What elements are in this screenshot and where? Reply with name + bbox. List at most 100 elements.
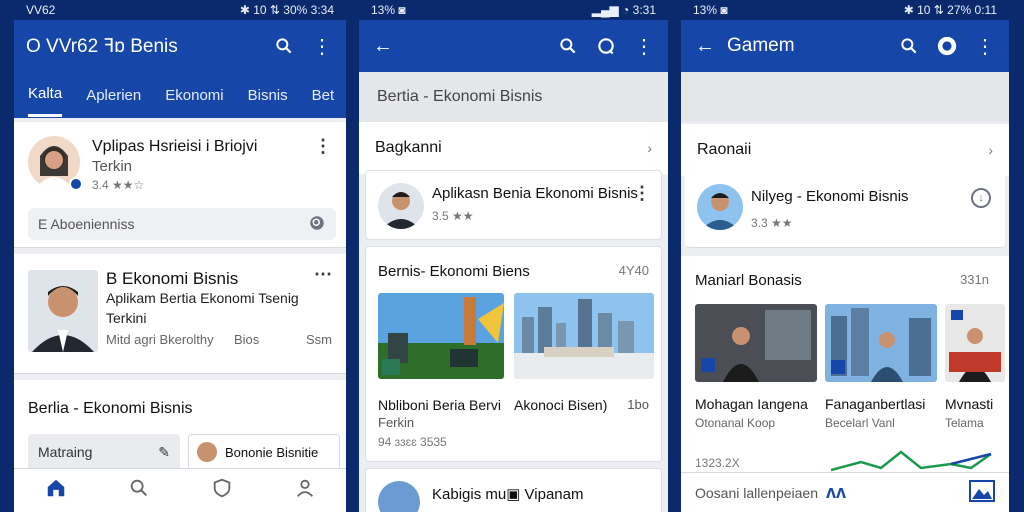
status-right: ▂▄▆ ◔ xyxy=(591,3,630,17)
app-bar: O VVr62 ꟻɒ Benis ⋮ xyxy=(14,20,346,72)
avatar xyxy=(378,183,424,229)
image-icon[interactable] xyxy=(969,480,995,505)
search-bar[interactable]: Bertia - Ekonomi Bisnis xyxy=(359,72,668,122)
status-bar: 13% ◙ ▂▄▆ ◔ 3:31 xyxy=(359,0,668,20)
tile-title-1: Nbliboni Beria Bervi xyxy=(378,397,501,413)
profile-photo xyxy=(28,270,98,352)
tab-bisnis[interactable]: Bisnis xyxy=(248,75,288,116)
footer-bar: Oosani lallenpeiaen ʌʌ xyxy=(681,472,1009,512)
status-time: 0:11 xyxy=(974,3,997,17)
back-arrow-icon[interactable]: ← xyxy=(693,34,717,58)
install-icon[interactable]: ↓ xyxy=(971,188,991,208)
card-title: Nilyeg - Ekonomi Bisnis xyxy=(751,188,909,205)
more-vert-icon[interactable]: ⋮ xyxy=(633,183,651,204)
chat-icon[interactable] xyxy=(594,34,618,58)
search-icon[interactable] xyxy=(128,477,150,504)
tab-bet[interactable]: Bet xyxy=(312,75,335,116)
footer-text: Oosani lallenpeiaen xyxy=(695,484,818,501)
status-right: ✱ 10 ⇅ 27% xyxy=(903,3,972,17)
chart-value: 1323.2X xyxy=(695,456,740,470)
app-card-2[interactable]: Kabigis mu▣ Vipanam xyxy=(365,468,662,512)
search-field[interactable]: E Aboenienniss xyxy=(28,208,336,240)
mini-chart xyxy=(831,450,992,472)
status-left: 13% ◙ xyxy=(371,3,406,17)
section-header[interactable]: Bagkanni › xyxy=(359,122,668,174)
app-card[interactable]: Nilyeg - Ekonomi Bisnis 3.3 ★★ ↓ xyxy=(685,172,1005,248)
rating: 3.5 ★★ xyxy=(432,209,474,223)
search-bar[interactable] xyxy=(681,72,1009,122)
search-icon[interactable] xyxy=(272,34,296,58)
shield-icon[interactable] xyxy=(211,477,233,504)
chip-matraing[interactable]: Matraing ✎ xyxy=(28,434,180,470)
more-horiz-icon[interactable]: ⋯ xyxy=(314,264,332,285)
tile-sub-2: 1bo xyxy=(627,397,649,412)
more-vert-icon[interactable]: ⋮ xyxy=(310,34,334,58)
app-title: Gamem xyxy=(727,35,795,56)
search-icon[interactable] xyxy=(897,34,921,58)
news-image-1[interactable] xyxy=(695,304,817,382)
news-section: Bernis- Ekonomi Biens 4Y40 Nbliboni Beri… xyxy=(365,246,662,462)
search-placeholder: E Aboenienniss xyxy=(38,216,135,232)
news-image-2[interactable] xyxy=(514,293,654,379)
tile-sub-1: Otonanal Koop xyxy=(695,416,776,430)
stats-icon[interactable]: ʌʌ xyxy=(826,482,846,503)
card-subtitle-2: Terkini xyxy=(106,310,147,326)
avatar xyxy=(197,442,217,462)
chip-label: Matraing xyxy=(38,444,93,460)
app-title: O VVr62 ꟻɒ Benis xyxy=(26,35,178,57)
app-card-2[interactable]: B Ekonomi Bisnis Aplikam Bertia Ekonomi … xyxy=(14,254,346,374)
tab-kalta[interactable]: Kalta xyxy=(28,73,63,117)
tile-meta: 94 ɜɜɛɛ 3535 xyxy=(378,435,447,449)
card-title: Aplikasn Benia Ekonomi Bisnis xyxy=(432,185,638,202)
search-text: Bertia - Ekonomi Bisnis xyxy=(377,88,543,105)
tile-sub-1: Ferkin xyxy=(378,415,415,430)
profile-icon[interactable] xyxy=(294,477,316,504)
app-card[interactable]: Aplikasn Benia Ekonomi Bisnis 3.5 ★★ ⋮ xyxy=(365,170,662,240)
avatar xyxy=(378,481,420,512)
phone-screen-3: 13% ◙ ✱ 10 ⇅ 27% 0:11 ← Gamem ⋮ Raonaii … xyxy=(681,0,1009,512)
section-title: Bernis- Ekonomi Biens xyxy=(378,263,530,280)
section-title: Bagkanni xyxy=(375,139,442,156)
card-subtitle: Aplikam Bertia Ekonomi Tsenig xyxy=(106,290,299,306)
back-arrow-icon[interactable]: ← xyxy=(371,34,395,58)
home-icon[interactable] xyxy=(45,477,67,504)
news-image-3[interactable] xyxy=(945,304,1005,382)
chevron-right-icon: › xyxy=(988,142,993,158)
status-bar: VV62 ✱ 10 ⇅ 30% 3:34 xyxy=(14,0,346,20)
status-time: 3:31 xyxy=(632,3,656,17)
news-image-1[interactable] xyxy=(378,293,504,379)
app-bar: ← Gamem ⋮ xyxy=(681,20,1009,72)
chip-bononie[interactable]: Bononie Bisnitie xyxy=(188,434,340,470)
tile-title-2: Akonoci Bisen) xyxy=(514,397,608,413)
status-left: VV62 xyxy=(26,3,56,17)
section-count: 4Y40 xyxy=(618,263,649,278)
tile-title-2: Fanaganbertlasi xyxy=(825,396,926,412)
app-card-1[interactable]: Vplipas Hsrieisi i Briojvi Terkin 3.4 ★★… xyxy=(14,122,346,248)
account-icon[interactable] xyxy=(935,34,959,58)
more-vert-icon[interactable]: ⋮ xyxy=(973,34,997,58)
status-right: ✱ 10 ⇅ 30% xyxy=(239,3,308,17)
phone-screen-1: VV62 ✱ 10 ⇅ 30% 3:34 O VVr62 ꟻɒ Benis ⋮ … xyxy=(14,0,346,512)
search-icon[interactable] xyxy=(556,34,580,58)
rating: 3.4 ★★☆ xyxy=(92,178,145,192)
pencil-icon: ✎ xyxy=(158,443,170,460)
avatar xyxy=(697,184,743,230)
more-vert-icon[interactable]: ⋮ xyxy=(632,34,656,58)
more-vert-icon[interactable]: ⋮ xyxy=(314,136,332,157)
phone-screen-2: 13% ◙ ▂▄▆ ◔ 3:31 ← ⋮ Bertia - Ekonomi Bi… xyxy=(359,0,668,512)
chip-label: Bononie Bisnitie xyxy=(225,444,319,460)
tab-bar: Kalta Aplerien Ekonomi Bisnis Bet xyxy=(14,72,346,118)
status-left: 13% ◙ xyxy=(693,3,728,17)
section-title: Berlia - Ekonomi Bisnis xyxy=(28,400,193,417)
section-title: Raonaii xyxy=(697,141,752,158)
card-title: Kabigis mu▣ Vipanam xyxy=(432,486,584,503)
news-image-2[interactable] xyxy=(825,304,937,382)
section-count: 331n xyxy=(960,272,989,287)
search-icon xyxy=(308,214,326,235)
card-title: B Ekonomi Bisnis xyxy=(106,269,239,288)
tab-ekonomi[interactable]: Ekonomi xyxy=(165,75,223,116)
tab-aplerien[interactable]: Aplerien xyxy=(86,75,141,116)
section-header[interactable]: Raonaii › xyxy=(681,124,1009,176)
card-meta: Mitd agri Bkerolthy xyxy=(106,332,214,347)
tile-title-3: Mvnasti xyxy=(945,396,994,412)
